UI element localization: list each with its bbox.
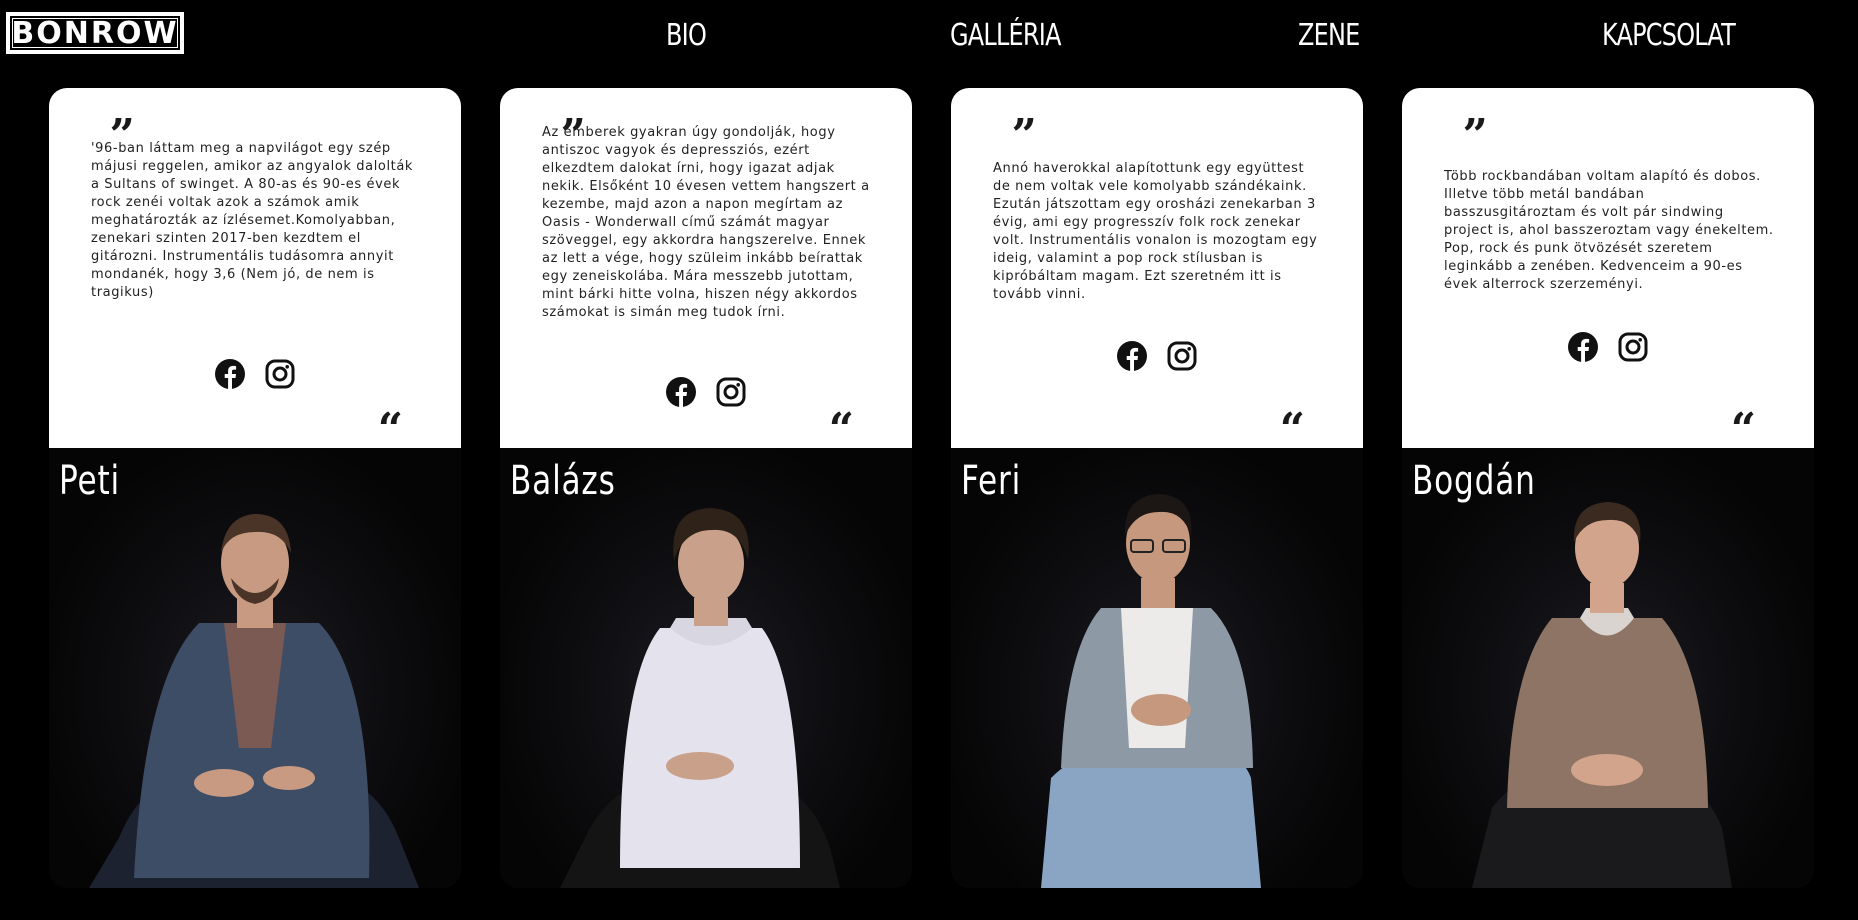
facebook-icon[interactable]	[214, 358, 246, 390]
nav-link-kapcsolat[interactable]: KAPCSOLAT	[1602, 18, 1736, 53]
bio-text: Az emberek gyakran úgy gondolják, hogy a…	[542, 125, 870, 320]
member-photo: Feri	[951, 448, 1363, 888]
member-photo: Bogdán	[1402, 448, 1814, 888]
person-illustration	[89, 514, 419, 888]
quote-open-icon: “	[1011, 87, 1037, 138]
person-illustration	[1041, 494, 1261, 888]
bio-card: “ Az emberek gyakran úgy gondolják, hogy…	[500, 87, 912, 452]
nav-link-bio[interactable]: BIO	[666, 18, 707, 53]
quote-close-icon: “	[1730, 404, 1756, 455]
nav-link-galleria[interactable]: GALLÉRIA	[950, 18, 1062, 53]
site-logo[interactable]: BONROW	[6, 12, 184, 54]
person-illustration	[560, 508, 840, 888]
quote-close-icon: “	[377, 404, 403, 455]
bio-card: “ '96-ban láttam meg a napvilágot egy sz…	[49, 87, 461, 452]
member-photo: Balázs	[500, 448, 912, 888]
member-column-feri: “ Annó haverokkal alapítottunk egy együt…	[951, 87, 1363, 888]
instagram-icon[interactable]	[715, 376, 747, 408]
instagram-icon[interactable]	[1617, 331, 1649, 363]
instagram-icon[interactable]	[1166, 340, 1198, 372]
facebook-icon[interactable]	[665, 376, 697, 408]
bio-card: “ Több rockbandában voltam alapító és do…	[1402, 87, 1814, 452]
logo-text: BONROW	[11, 15, 179, 51]
member-photo: Peti	[49, 448, 461, 888]
bio-text: '96-ban láttam meg a napvilágot egy szép…	[91, 141, 414, 300]
bio-card: “ Annó haverokkal alapítottunk egy együt…	[951, 87, 1363, 452]
facebook-icon[interactable]	[1567, 331, 1599, 363]
facebook-icon[interactable]	[1116, 340, 1148, 372]
social-links	[1402, 331, 1814, 363]
quote-close-icon: “	[828, 404, 854, 455]
social-links	[49, 358, 461, 390]
quote-open-icon: “	[1462, 87, 1488, 138]
member-column-peti: “ '96-ban láttam meg a napvilágot egy sz…	[49, 87, 461, 888]
site-header: BONROW BIO GALLÉRIA ZENE KAPCSOLAT	[0, 0, 1858, 78]
member-column-bogdan: “ Több rockbandában voltam alapító és do…	[1402, 87, 1814, 888]
bio-text: Több rockbandában voltam alapító és dobo…	[1444, 169, 1774, 292]
quote-open-icon: “	[109, 87, 135, 138]
social-links	[951, 340, 1363, 372]
quote-close-icon: “	[1279, 404, 1305, 455]
instagram-icon[interactable]	[264, 358, 296, 390]
bio-text: Annó haverokkal alapítottunk egy együtte…	[993, 161, 1318, 302]
nav-link-zene[interactable]: ZENE	[1298, 18, 1360, 53]
member-column-balazs: “ Az emberek gyakran úgy gondolják, hogy…	[500, 87, 912, 888]
person-illustration	[1472, 502, 1732, 888]
